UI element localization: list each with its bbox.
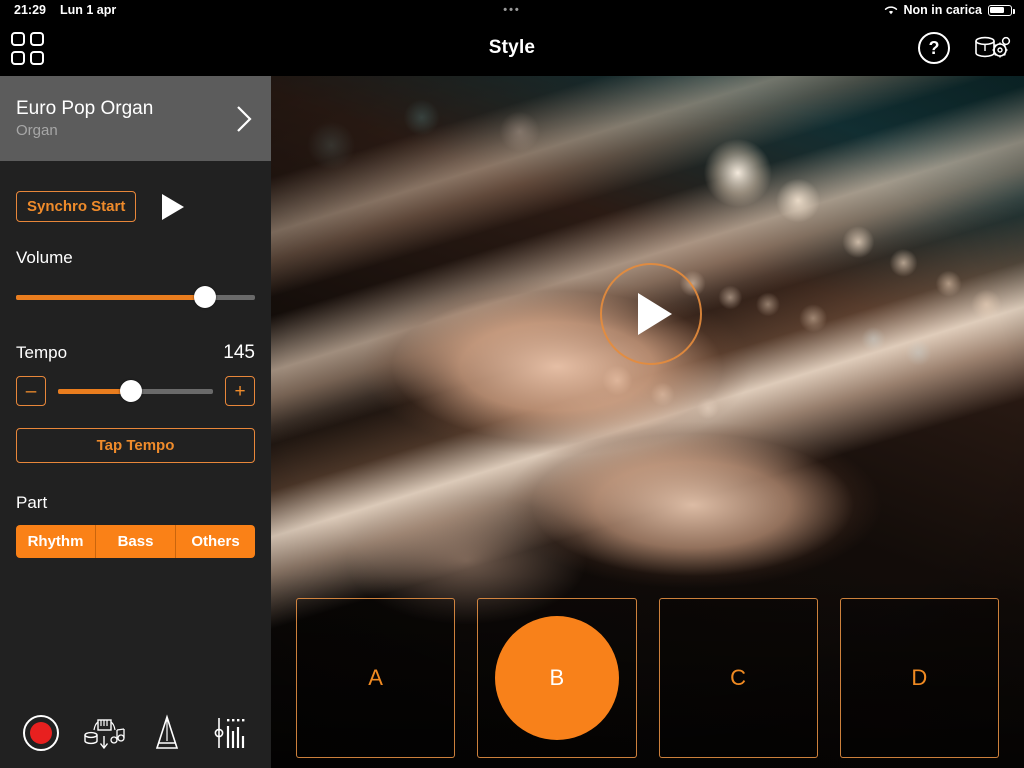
play-button-large[interactable] [600,263,702,365]
style-category: Organ [16,122,58,139]
sidebar-panel: Synchro Start Volume Tempo 145 – + Tap T… [0,161,271,558]
part-segmented-control: Rhythm Bass Others [16,525,255,558]
record-icon-inner [30,722,53,744]
mixer-fader-icon[interactable] [207,710,253,756]
status-dots: ••• [503,3,521,16]
style-preview-stage: A B C D [271,76,1024,768]
page-title: Style [488,37,536,58]
part-label: Part [16,493,48,512]
battery-status-text: Non in carica [903,3,983,17]
record-icon-outer [23,715,60,751]
style-select-card[interactable]: Euro Pop Organ Organ [0,76,271,161]
status-bar-left: 21:29 Lun 1 apr [14,3,116,17]
app-root: 21:29 Lun 1 apr ••• Non in carica Style … [0,0,1024,768]
help-icon[interactable]: ? [918,32,950,64]
status-time: 21:29 [14,3,46,17]
synchro-row: Synchro Start [16,191,255,222]
style-card-text: Euro Pop Organ Organ [16,96,233,141]
app-header: Style ? [0,20,1024,76]
volume-label: Volume [16,248,73,267]
metronome-icon[interactable] [144,710,190,756]
variation-label: D [911,665,928,690]
volume-slider-wrap [16,282,255,312]
tempo-value: 145 [223,342,255,363]
volume-slider-fill [16,294,205,300]
status-bar-right: Non in carica [884,0,1015,20]
variation-button-a[interactable]: A [296,598,456,758]
tempo-decrease-button[interactable]: – [16,376,46,406]
battery-fill [990,6,1004,14]
synchro-start-button[interactable]: Synchro Start [16,191,137,222]
part-segment-rhythm[interactable]: Rhythm [16,525,96,558]
header-actions: ? [918,20,1012,76]
status-date: Lun 1 apr [59,3,117,17]
variation-buttons: A B C D [271,598,1024,758]
tempo-row: – + [16,376,255,406]
battery-icon [988,4,1015,16]
tempo-header: Tempo 145 [16,342,255,364]
tempo-slider[interactable] [58,380,213,402]
record-icon[interactable] [18,710,64,756]
variation-button-d[interactable]: D [839,598,999,758]
volume-slider-knob[interactable] [193,286,216,308]
wifi-icon [884,5,898,16]
tempo-label: Tempo [16,343,68,362]
volume-slider[interactable] [16,286,255,308]
database-settings-icon[interactable] [972,31,1012,65]
part-segment-bass[interactable]: Bass [96,525,176,558]
variation-label: A [368,665,383,690]
style-name: Euro Pop Organ [16,98,154,119]
play-icon[interactable] [162,193,185,220]
chevron-right-icon [233,102,255,136]
variation-button-c[interactable]: C [658,598,818,758]
variation-label: B [549,665,565,690]
status-bar-center: ••• [0,0,1024,20]
help-icon-label: ? [928,37,940,58]
status-bar: 21:29 Lun 1 apr ••• Non in carica [0,0,1024,20]
bottom-toolbar [0,698,271,768]
play-button-large-triangle [638,293,672,335]
tempo-slider-knob[interactable] [119,380,142,402]
tempo-increase-button[interactable]: + [225,376,255,406]
variation-button-b[interactable]: B [477,598,637,758]
part-segment-others[interactable]: Others [176,525,255,558]
sidebar: Euro Pop Organ Organ Synchro Start Volum… [0,76,271,768]
tap-tempo-button[interactable]: Tap Tempo [16,428,255,463]
drum-keyboard-notes-icon[interactable] [81,710,127,756]
variation-label: C [730,665,747,690]
